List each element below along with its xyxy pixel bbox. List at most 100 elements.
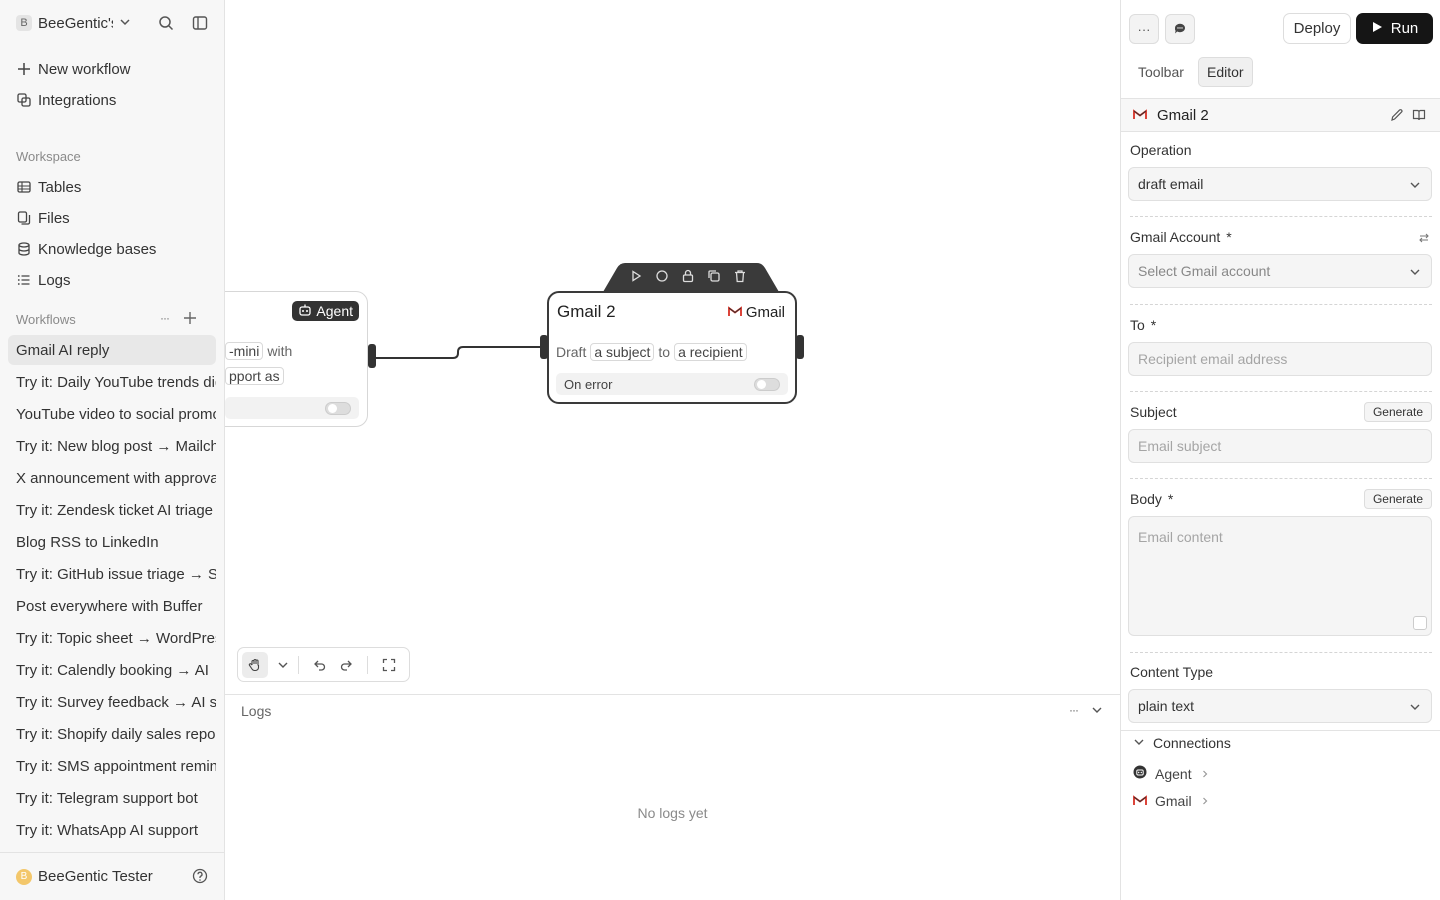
workflow-item[interactable]: Try it: New blog post → Mailchimp bbox=[8, 431, 216, 461]
circle-icon[interactable] bbox=[654, 268, 670, 288]
workflow-item[interactable]: Try it: Telegram support bot bbox=[8, 783, 216, 813]
gmail-account-select[interactable]: Select Gmail account bbox=[1128, 254, 1432, 288]
gmail-node-title: Gmail 2 bbox=[557, 302, 616, 321]
agent-tag: Agent bbox=[292, 301, 359, 321]
redo-button[interactable] bbox=[333, 652, 359, 678]
logs-actions: ··· bbox=[1069, 703, 1104, 721]
gmail-error-row: On error bbox=[556, 373, 788, 395]
sidebar-item-logs[interactable]: Logs bbox=[16, 269, 71, 291]
play-icon bbox=[1371, 20, 1383, 37]
tool-dropdown-chevron-icon[interactable] bbox=[276, 652, 290, 678]
to-input[interactable]: Recipient email address bbox=[1128, 342, 1432, 376]
chat-icon[interactable] bbox=[1165, 14, 1195, 44]
content-type-value: plain text bbox=[1138, 698, 1195, 714]
chevron-down-icon bbox=[1409, 265, 1421, 281]
workflow-item[interactable]: Try it: Topic sheet → WordPress bbox=[8, 623, 216, 653]
robot-icon bbox=[1133, 765, 1147, 782]
workflow-item[interactable]: YouTube video to social promo bbox=[8, 399, 216, 429]
logs-title: Logs bbox=[241, 703, 272, 719]
edit-icon[interactable] bbox=[1390, 108, 1404, 126]
sidebar-item-label: Knowledge bases bbox=[38, 240, 157, 258]
sidebar-toggle-icon[interactable] bbox=[192, 15, 208, 35]
sidebar-item-files[interactable]: Files bbox=[16, 207, 70, 229]
workflow-item[interactable]: Post everywhere with Buffer bbox=[8, 591, 216, 621]
workflows-actions: ··· bbox=[160, 311, 197, 329]
agent-output-handle[interactable] bbox=[368, 344, 376, 368]
workflow-item[interactable]: Try it: SMS appointment reminders bbox=[8, 751, 216, 781]
workflow-canvas[interactable]: Agent -mini with pport as Gmail 2 Gmail bbox=[225, 0, 1120, 694]
workflow-item[interactable]: Try it: Shopify daily sales report bbox=[8, 719, 216, 749]
gmail-node[interactable]: Gmail 2 Gmail Draft a subject to a recip… bbox=[540, 291, 804, 404]
add-workflow-button[interactable] bbox=[183, 311, 197, 329]
sidebar-item-tables[interactable]: Tables bbox=[16, 176, 81, 198]
deploy-button[interactable]: Deploy bbox=[1283, 13, 1351, 44]
undo-button[interactable] bbox=[307, 652, 333, 678]
content-type-select[interactable]: plain text bbox=[1128, 689, 1432, 723]
workflow-item[interactable]: Gmail AI reply bbox=[8, 335, 216, 365]
gmail-icon bbox=[727, 304, 742, 321]
body-textarea[interactable]: Email content bbox=[1128, 516, 1432, 636]
on-error-toggle[interactable] bbox=[754, 378, 780, 391]
logs-more-button[interactable]: ··· bbox=[1069, 703, 1079, 721]
connection-item-gmail[interactable]: Gmail bbox=[1133, 793, 1210, 809]
workflows-more-button[interactable]: ··· bbox=[160, 311, 170, 329]
draft-text: Draft bbox=[556, 344, 587, 360]
workflow-item[interactable]: Try it: Daily YouTube trends digest bbox=[8, 367, 216, 397]
search-icon[interactable] bbox=[158, 15, 174, 35]
field-divider bbox=[1130, 391, 1432, 392]
tab-editor[interactable]: Editor bbox=[1198, 57, 1253, 87]
workflows-section-label: Workflows bbox=[16, 312, 76, 327]
chevron-down-icon bbox=[119, 15, 131, 32]
chevron-down-icon bbox=[1409, 700, 1421, 716]
canvas-toolbar bbox=[237, 647, 410, 682]
swap-icon[interactable] bbox=[1418, 231, 1430, 248]
fit-view-button[interactable] bbox=[376, 652, 402, 678]
chevron-down-icon[interactable] bbox=[1090, 703, 1104, 721]
workflow-item[interactable]: Try it: GitHub issue triage → Slack bbox=[8, 559, 216, 589]
generate-body-button[interactable]: Generate bbox=[1363, 489, 1432, 509]
sidebar-item-label: Logs bbox=[38, 271, 71, 289]
required-marker: * bbox=[1167, 491, 1174, 507]
user-footer[interactable]: B BeeGentic Tester bbox=[0, 852, 224, 900]
play-icon[interactable] bbox=[628, 268, 644, 288]
workflow-item[interactable]: Try it: WhatsApp AI support bbox=[8, 815, 216, 845]
sidebar-item-knowledge-bases[interactable]: Knowledge bases bbox=[16, 238, 156, 260]
gmail-account-placeholder: Select Gmail account bbox=[1138, 263, 1271, 279]
subject-input[interactable]: Email subject bbox=[1128, 429, 1432, 463]
book-icon[interactable] bbox=[1412, 108, 1426, 126]
block-name: Gmail 2 bbox=[1157, 106, 1209, 124]
hand-tool-button[interactable] bbox=[242, 651, 268, 678]
connection-item-agent[interactable]: Agent bbox=[1133, 765, 1210, 782]
content-type-label: Content Type bbox=[1130, 664, 1214, 680]
tab-toolbar[interactable]: Toolbar bbox=[1130, 57, 1192, 87]
workflow-item[interactable]: Try it: Calendly booking → AI bbox=[8, 655, 216, 685]
run-button[interactable]: Run bbox=[1356, 13, 1433, 44]
workflow-list: Gmail AI reply Try it: Daily YouTube tre… bbox=[8, 335, 216, 847]
workflow-item[interactable]: Try it: Zendesk ticket AI triage bbox=[8, 495, 216, 525]
agent-error-toggle[interactable] bbox=[325, 402, 351, 415]
gmail-input-handle[interactable] bbox=[540, 335, 548, 359]
lock-icon[interactable] bbox=[680, 268, 696, 288]
resize-handle-icon[interactable] bbox=[1413, 616, 1427, 630]
generate-subject-button[interactable]: Generate bbox=[1363, 402, 1432, 422]
workflow-item[interactable]: X announcement with approval bbox=[8, 463, 216, 493]
workflow-item[interactable]: Blog RSS to LinkedIn bbox=[8, 527, 216, 557]
chevron-right-icon bbox=[1200, 766, 1210, 782]
more-options-button[interactable]: ··· bbox=[1129, 14, 1159, 44]
user-name: BeeGentic Tester bbox=[38, 868, 153, 885]
operation-select[interactable]: draft email bbox=[1128, 167, 1432, 201]
workspace-switcher[interactable]: B BeeGentic's bbox=[16, 12, 211, 34]
files-icon bbox=[16, 210, 32, 226]
duplicate-icon[interactable] bbox=[706, 268, 722, 288]
gmail-output-handle[interactable] bbox=[796, 335, 804, 359]
operation-label: Operation bbox=[1130, 142, 1192, 158]
integrations-link[interactable]: Integrations bbox=[16, 89, 116, 111]
agent-node[interactable]: Agent -mini with pport as bbox=[225, 291, 376, 427]
help-icon[interactable] bbox=[192, 868, 208, 888]
workflow-item[interactable]: Try it: Survey feedback → AI summary bbox=[8, 687, 216, 717]
new-workflow-button[interactable]: New workflow bbox=[16, 58, 131, 80]
node-actions bbox=[628, 268, 748, 288]
trash-icon[interactable] bbox=[732, 268, 748, 288]
connections-toggle[interactable]: Connections bbox=[1133, 735, 1231, 751]
gmail-icon bbox=[1133, 793, 1147, 809]
